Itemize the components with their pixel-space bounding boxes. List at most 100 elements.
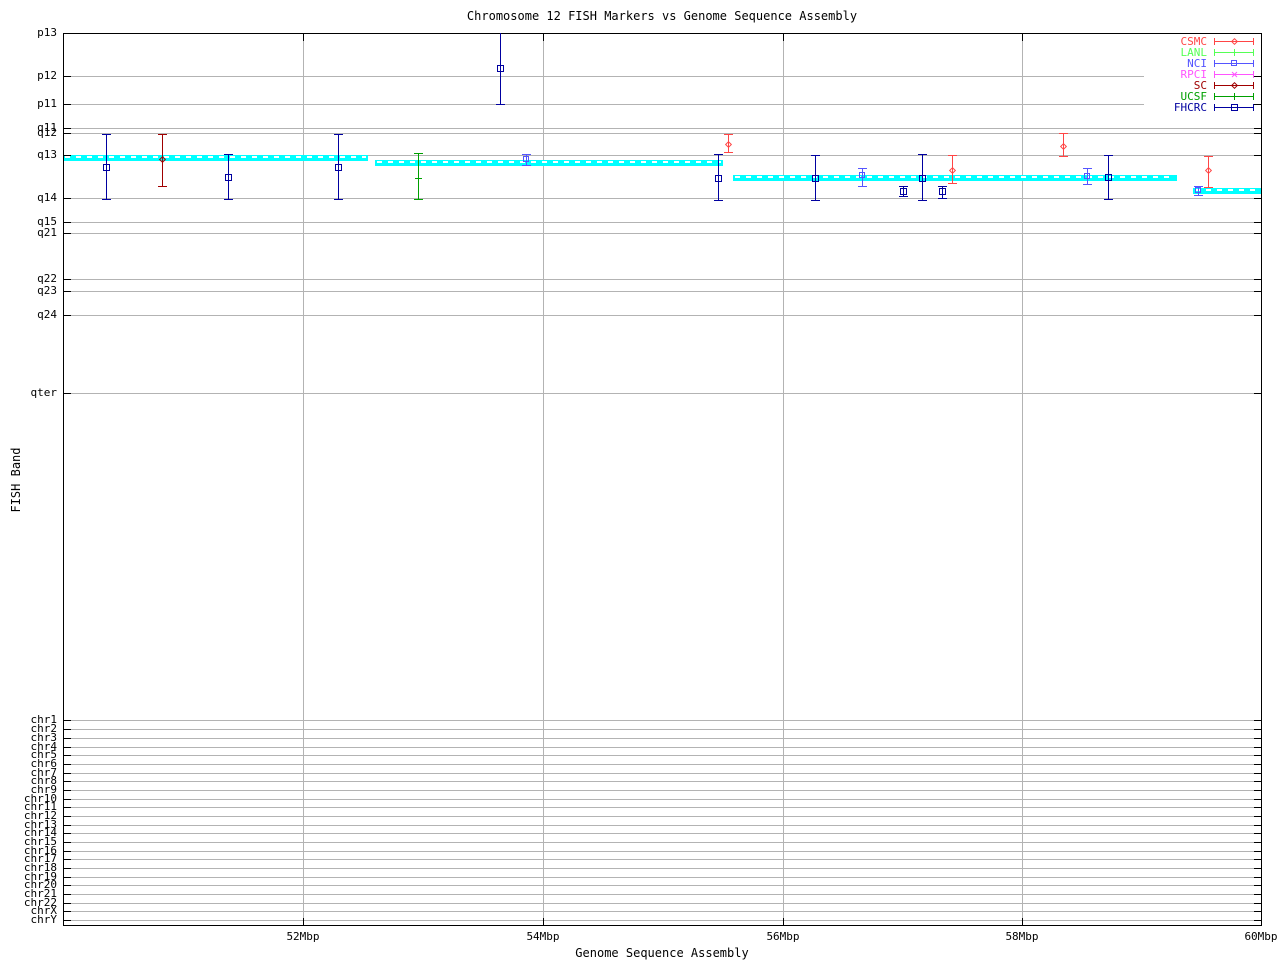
y-axis-tick-left [64, 755, 71, 756]
data-point-fhcrc [334, 134, 343, 200]
y-axis-tick-left [64, 799, 71, 800]
marker-diamond [1059, 142, 1068, 151]
error-bar-cap-bottom [714, 200, 723, 201]
y-axis-tick-left [64, 851, 71, 852]
legend-sample-cap [1214, 104, 1215, 111]
y-axis-tick-left [64, 104, 71, 105]
x-axis-tick-bottom [783, 918, 784, 925]
y-axis-tick-right [1254, 279, 1261, 280]
legend-sample [1214, 59, 1254, 68]
y-axis-tick-right [1254, 104, 1261, 105]
y-axis-tick-left [64, 885, 71, 886]
y-axis-tick-right [1254, 393, 1261, 394]
y-axis-tick-right [1254, 851, 1261, 852]
legend-sample-cap [1214, 93, 1215, 100]
y-tick-label: qter [30, 386, 58, 399]
marker-square [1231, 104, 1238, 111]
error-bar-cap-bottom [522, 165, 531, 166]
y-axis-tick-right [1254, 233, 1261, 234]
y-tick-label: q14 [37, 191, 57, 204]
error-bar-cap-bottom [1104, 199, 1113, 200]
marker-square [1105, 174, 1112, 181]
legend-sample-cap [1214, 38, 1215, 45]
error-bar-cap-top [948, 155, 957, 156]
y-axis-tick-left [64, 877, 71, 878]
legend-sample [1214, 48, 1254, 57]
legend-sample-cap [1214, 82, 1215, 89]
legend: CSMC LANL NCI RPCI SC UCSF FHCRC [1144, 36, 1254, 113]
legend-sample [1214, 81, 1254, 90]
data-point-nci [522, 154, 531, 166]
x-axis-tick-top [1022, 34, 1023, 41]
error-bar-cap-top [918, 154, 927, 155]
data-point-nci [1194, 186, 1203, 196]
legend-sample-cap [1253, 38, 1254, 45]
y-axis-tick-left [64, 738, 71, 739]
error-bar-cap-bottom [948, 183, 957, 184]
y-axis-tick-right [1254, 816, 1261, 817]
y-axis-tick-right [1254, 76, 1261, 77]
y-axis-tick-left [64, 781, 71, 782]
y-tick-label: chrY [30, 913, 58, 926]
error-bar-cap-top [811, 155, 820, 156]
y-tick-label: q24 [37, 308, 57, 321]
x-axis-tick-top [783, 34, 784, 41]
marker-square [919, 175, 926, 182]
y-axis-tick-right [1254, 833, 1261, 834]
y-axis-tick-right [1254, 155, 1261, 156]
y-axis-tick-left [64, 76, 71, 77]
data-point-csmc [948, 155, 957, 184]
error-bar-cap-top [714, 154, 723, 155]
x-tick-label: 56Mbp [766, 930, 800, 943]
y-axis-tick-right [1254, 720, 1261, 721]
legend-sample-cap [1253, 104, 1254, 111]
y-axis-tick-left [64, 279, 71, 280]
y-axis-tick-left [64, 33, 71, 34]
y-axis-tick-right [1254, 773, 1261, 774]
data-point-fhcrc [714, 154, 723, 201]
y-axis-tick-left [64, 720, 71, 721]
y-axis-tick-right [1254, 128, 1261, 129]
error-bar-cap-top [724, 134, 733, 135]
y-axis-tick-left [64, 911, 71, 912]
marker-square-small [1231, 60, 1237, 66]
legend-entry-label: FHCRC [1173, 101, 1207, 114]
y-axis-tick-left [64, 859, 71, 860]
y-axis-tick-right [1254, 807, 1261, 808]
legend-sample [1214, 103, 1254, 112]
y-tick-label: q23 [37, 284, 57, 297]
error-bar-cap-bottom [1059, 156, 1068, 157]
y-axis-tick-right [1254, 894, 1261, 895]
y-axis-tick-right [1254, 729, 1261, 730]
marker-square [335, 164, 342, 171]
legend-sample [1214, 37, 1254, 46]
y-axis-tick-right [1254, 903, 1261, 904]
legend-entry-fhcrc: FHCRC [1144, 102, 1254, 113]
data-point-nci [1083, 168, 1092, 185]
y-tick-label: q21 [37, 226, 57, 239]
marker-square [812, 175, 819, 182]
error-bar-cap-bottom [414, 199, 423, 200]
y-axis-tick-right [1254, 920, 1261, 921]
plot-border [63, 33, 1262, 926]
error-bar-cap-top [1059, 133, 1068, 134]
chart-canvas: Chromosome 12 FISH Markers vs Genome Seq… [0, 0, 1280, 960]
error-bar-cap-top [102, 134, 111, 135]
y-axis-tick-right [1254, 315, 1261, 316]
marker-square [900, 188, 907, 195]
y-axis-tick-left [64, 315, 71, 316]
legend-sample-cap [1253, 93, 1254, 100]
y-axis-tick-left [64, 764, 71, 765]
data-point-fhcrc [918, 154, 927, 201]
marker-diamond [724, 140, 733, 149]
error-bar-cap-top [414, 153, 423, 154]
error-bar-cap-bottom [724, 152, 733, 153]
legend-sample-cap [1214, 49, 1215, 56]
x-axis-tick-top [303, 34, 304, 41]
y-axis-tick-left [64, 825, 71, 826]
marker-square [225, 174, 232, 181]
y-axis-tick-left [64, 291, 71, 292]
error-bar-cap-top [334, 134, 343, 135]
marker-plus [1234, 49, 1235, 56]
y-axis-tick-right [1254, 885, 1261, 886]
